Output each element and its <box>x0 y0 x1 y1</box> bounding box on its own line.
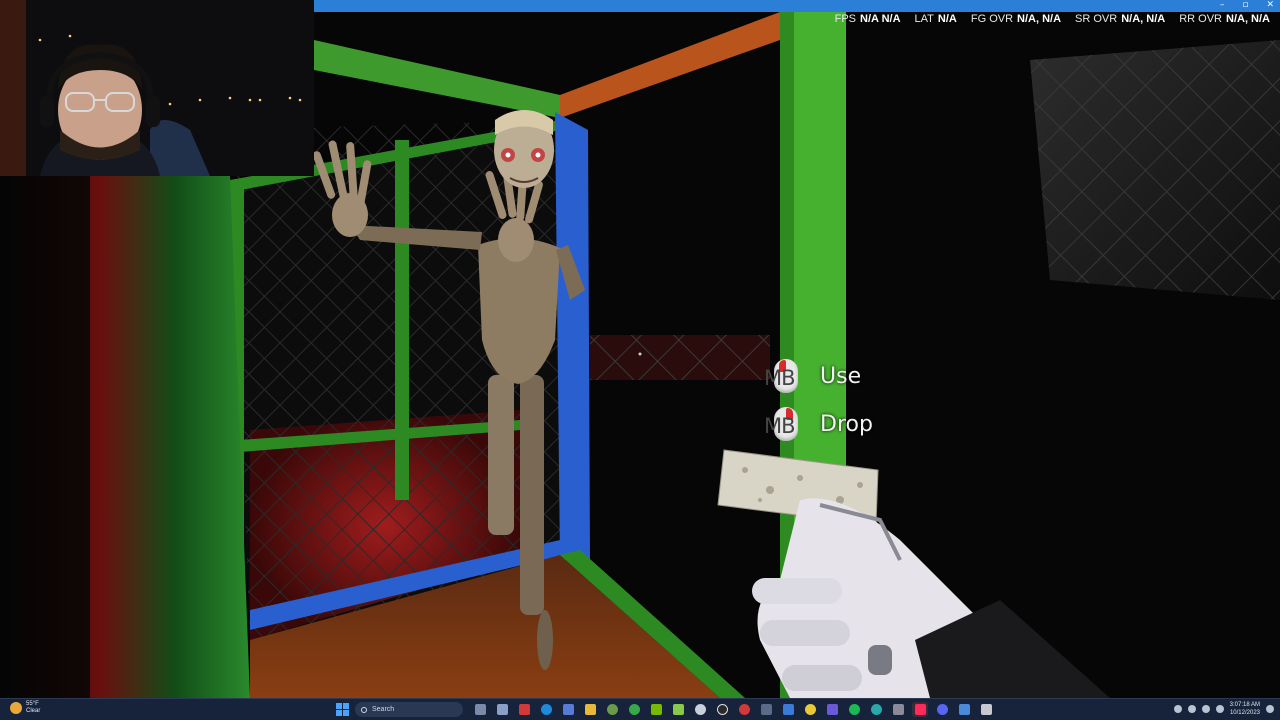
red-app-icon[interactable] <box>516 702 532 717</box>
minimize-button[interactable]: – <box>1220 0 1225 11</box>
clock[interactable]: 3:07:18 AM 10/12/2023 <box>1230 701 1260 717</box>
folder-icon[interactable] <box>582 702 598 717</box>
obs-icon[interactable] <box>714 702 730 717</box>
metric-sr-ovr: SR OVR N/A, N/A <box>1075 13 1166 25</box>
clock-date: 10/12/2023 <box>1229 710 1260 716</box>
tiktok-icon[interactable] <box>912 702 928 717</box>
green-app-2-icon[interactable] <box>670 702 686 717</box>
edge-dev-icon[interactable] <box>868 702 884 717</box>
store-icon[interactable] <box>780 702 796 717</box>
chevron-up-icon[interactable] <box>1173 705 1182 713</box>
metric-fps: FPS N/A N/A <box>834 13 901 25</box>
window-title-bar[interactable]: – ▫ ✕ <box>314 0 1280 12</box>
weather-widget[interactable]: 55°F Clear <box>10 701 40 715</box>
file-explorer-icon[interactable] <box>494 702 510 717</box>
prompt-drop-label: Drop <box>820 411 873 437</box>
blue-app-icon[interactable] <box>560 702 576 717</box>
metric-latency: LAT N/A <box>914 13 957 25</box>
crosshair <box>638 352 642 356</box>
metric-rr-ovr: RR OVR N/A, N/A <box>1179 13 1270 25</box>
taskbar-search[interactable]: Search <box>355 702 463 717</box>
green-app-icon[interactable] <box>626 702 642 717</box>
start-button[interactable] <box>336 703 349 716</box>
edge-icon[interactable] <box>538 702 554 717</box>
system-tray: 3:07:18 AM 10/12/2023 <box>1173 701 1274 717</box>
search-placeholder: Search <box>372 706 395 713</box>
nvidia-icon[interactable] <box>648 702 664 717</box>
pen-icon[interactable] <box>956 702 972 717</box>
notification-icon[interactable] <box>1266 705 1274 713</box>
spotify-icon[interactable] <box>846 702 862 717</box>
calculator-icon[interactable] <box>890 702 906 717</box>
prompt-drop: MB Drop <box>764 404 873 444</box>
maximize-button[interactable]: ▫ <box>1242 0 1248 11</box>
volume-icon[interactable] <box>1201 705 1210 713</box>
teams-icon[interactable] <box>824 702 840 717</box>
streamer-image <box>0 0 314 176</box>
taskbar: 55°F Clear Search 3:07:18 AM 10/12/2023 <box>0 698 1280 720</box>
vr-icon[interactable] <box>978 702 994 717</box>
mouse-left-button-icon: MB <box>764 358 800 394</box>
metric-fg-ovr: FG OVR N/A, N/A <box>970 13 1062 25</box>
chrome-icon[interactable] <box>802 702 818 717</box>
weather-icon <box>10 702 22 714</box>
search-icon <box>361 706 367 713</box>
weather-temp: 55°F <box>26 701 39 707</box>
battery-icon[interactable] <box>1215 705 1224 713</box>
weather-condition: Clear <box>26 708 41 714</box>
tools-icon[interactable] <box>758 702 774 717</box>
steam-icon[interactable] <box>692 702 708 717</box>
prompt-use-label: Use <box>820 363 862 389</box>
prompt-use: MB Use <box>764 356 862 396</box>
taskbar-apps <box>472 702 994 717</box>
chat-icon[interactable] <box>472 702 488 717</box>
performance-overlay: FPS N/A N/A LAT N/A FG OVR N/A, N/A SR OVR N… <box>835 12 1270 26</box>
clock-time: 3:07:18 AM <box>1229 702 1260 708</box>
discord-icon[interactable] <box>934 702 950 717</box>
xbox-icon[interactable] <box>604 702 620 717</box>
mouse-right-button-icon: MB <box>764 406 800 442</box>
close-button[interactable]: ✕ <box>1266 0 1274 11</box>
webcam-feed <box>0 0 314 176</box>
cage-post-blue <box>555 112 590 560</box>
network-icon[interactable] <box>1187 705 1196 713</box>
camera-icon[interactable] <box>736 702 752 717</box>
